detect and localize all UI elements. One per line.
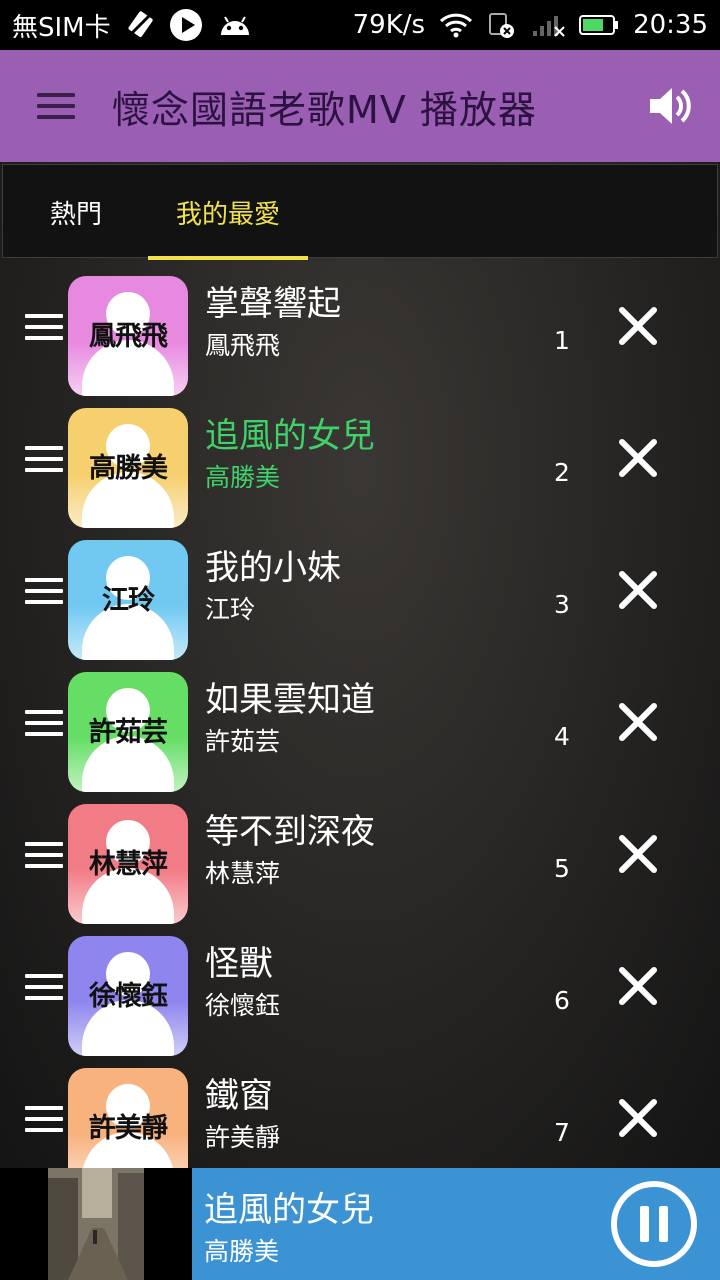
tab-bar: 熱門 我的最愛 (2, 164, 718, 260)
remove-button[interactable] (614, 962, 662, 1010)
remove-button[interactable] (614, 1094, 662, 1142)
remove-button[interactable] (614, 698, 662, 746)
remove-button[interactable] (614, 302, 662, 350)
song-row[interactable]: 徐懷鈺 怪獸 徐懷鈺 6 (0, 928, 720, 1060)
song-row[interactable]: 高勝美 追風的女兒 高勝美 2 (0, 400, 720, 532)
artist-avatar[interactable]: 江玲 (68, 540, 188, 660)
drag-handle-icon[interactable] (25, 446, 63, 472)
avatar-label: 林慧萍 (89, 849, 168, 880)
close-icon (619, 1099, 657, 1137)
drag-handle-icon[interactable] (25, 710, 63, 736)
song-title[interactable]: 鐵窗 (205, 1068, 273, 1117)
close-icon (619, 307, 657, 345)
sim-off-icon (125, 10, 155, 40)
avatar-label: 高勝美 (89, 453, 168, 484)
artist-avatar[interactable]: 徐懷鈺 (68, 936, 188, 1056)
wifi-icon (439, 12, 473, 38)
tab-hot[interactable]: 熱門 (21, 165, 131, 259)
close-icon (619, 967, 657, 1005)
now-playing-panel[interactable]: 追風的女兒 高勝美 (192, 1168, 720, 1280)
drag-handle-icon[interactable] (25, 974, 63, 1000)
menu-button[interactable] (0, 50, 112, 162)
android-icon (217, 11, 253, 39)
content-area: 熱門 我的最愛 鳳飛飛 掌聲響起 鳳飛飛 1 高勝美 追風的女兒 高勝美 2 江… (0, 162, 720, 1188)
song-index: 7 (554, 1118, 570, 1147)
artist-avatar[interactable]: 高勝美 (68, 408, 188, 528)
network-speed: 79K/s (352, 10, 426, 40)
clock: 20:35 (633, 10, 708, 40)
song-title[interactable]: 我的小妹 (205, 540, 341, 589)
song-row[interactable]: 許茹芸 如果雲知道 許茹芸 4 (0, 664, 720, 796)
close-icon (619, 571, 657, 609)
menu-icon (37, 86, 75, 126)
play-icon (169, 8, 203, 42)
song-artist: 林慧萍 (205, 859, 281, 888)
song-artist: 許茹芸 (205, 727, 281, 756)
song-title[interactable]: 如果雲知道 (205, 672, 375, 721)
song-title[interactable]: 怪獸 (205, 936, 273, 985)
song-index: 2 (554, 458, 570, 487)
app-title: 懷念國語老歌MV 播放器 (112, 87, 537, 132)
avatar-label: 江玲 (102, 585, 155, 616)
status-bar: 無SIM卡 79K/s 20:35 (0, 0, 720, 50)
pause-button[interactable] (608, 1178, 700, 1270)
artist-avatar[interactable]: 許茹芸 (68, 672, 188, 792)
remove-button[interactable] (614, 830, 662, 878)
volume-icon (650, 88, 691, 124)
battery-icon (579, 13, 619, 37)
song-artist: 鳳飛飛 (205, 331, 281, 360)
song-index: 5 (554, 854, 570, 883)
now-playing-artist: 高勝美 (204, 1237, 280, 1266)
song-row[interactable]: 鳳飛飛 掌聲響起 鳳飛飛 1 (0, 268, 720, 400)
artist-avatar[interactable]: 林慧萍 (68, 804, 188, 924)
carrier-label: 無SIM卡 (12, 12, 111, 43)
song-index: 6 (554, 986, 570, 1015)
volume-button[interactable] (620, 50, 720, 162)
drag-handle-icon[interactable] (25, 578, 63, 604)
app-bar: 懷念國語老歌MV 播放器 (0, 50, 720, 162)
song-row[interactable]: 林慧萍 等不到深夜 林慧萍 5 (0, 796, 720, 928)
remove-button[interactable] (614, 566, 662, 614)
drag-handle-icon[interactable] (25, 842, 63, 868)
close-icon (619, 439, 657, 477)
song-artist: 江玲 (205, 595, 256, 624)
close-icon (619, 835, 657, 873)
song-artist: 許美靜 (205, 1123, 281, 1152)
now-playing-bar[interactable]: 追風的女兒 高勝美 (0, 1168, 720, 1280)
song-index: 1 (554, 326, 570, 355)
notify-off-icon (487, 10, 517, 40)
signal-off-icon (531, 13, 565, 37)
tab-favorites[interactable]: 我的最愛 (148, 165, 308, 260)
song-row[interactable]: 江玲 我的小妹 江玲 3 (0, 532, 720, 664)
avatar-label: 徐懷鈺 (89, 981, 168, 1012)
avatar-label: 鳳飛飛 (89, 321, 168, 352)
song-title[interactable]: 掌聲響起 (205, 276, 341, 325)
song-title[interactable]: 追風的女兒 (205, 408, 375, 457)
pause-icon (611, 1181, 697, 1267)
drag-handle-icon[interactable] (25, 314, 63, 340)
avatar-label: 許美靜 (89, 1113, 168, 1144)
remove-button[interactable] (614, 434, 662, 482)
album-thumbnail[interactable] (48, 1168, 144, 1280)
song-artist: 徐懷鈺 (205, 991, 281, 1020)
song-index: 4 (554, 722, 570, 751)
artist-avatar[interactable]: 鳳飛飛 (68, 276, 188, 396)
now-playing-title: 追風的女兒 (204, 1190, 374, 1230)
song-index: 3 (554, 590, 570, 619)
avatar-label: 許茹芸 (89, 717, 168, 748)
drag-handle-icon[interactable] (25, 1106, 63, 1132)
song-title[interactable]: 等不到深夜 (205, 804, 375, 853)
close-icon (619, 703, 657, 741)
song-artist: 高勝美 (205, 463, 281, 492)
